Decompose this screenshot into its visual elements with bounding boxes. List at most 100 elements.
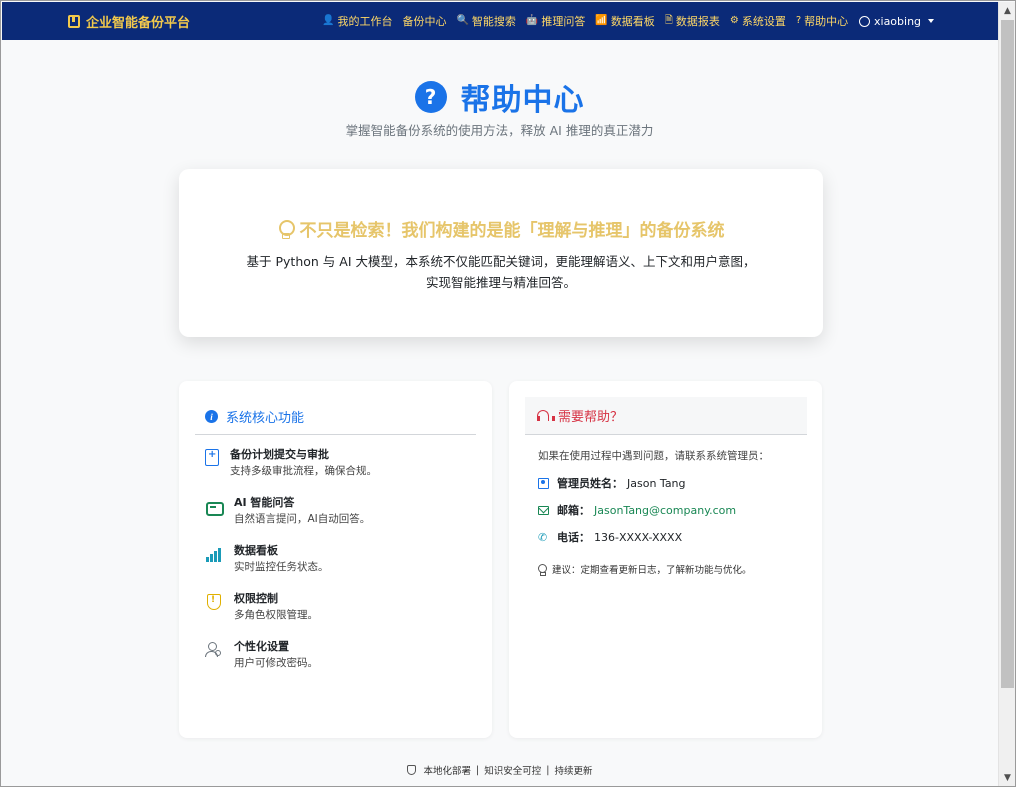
email-label: 邮箱： xyxy=(557,504,590,517)
contact-intro: 如果在使用过程中遇到问题，请联系系统管理员： xyxy=(538,450,769,462)
gear-icon: ⚙ xyxy=(729,15,739,26)
user-dropdown[interactable]: xiaobing xyxy=(859,2,935,40)
feature-item: 备份计划提交与审批 支持多级审批流程，确保合规。 xyxy=(205,447,475,495)
browser-window: 企业智能备份平台 👤 我的工作台 备份中心 🔍 智能搜索 🤖 推理问答 📶 数据… xyxy=(0,0,1016,787)
footer-item: 持续更新 xyxy=(554,766,593,777)
nav-label: 帮助中心 xyxy=(804,15,849,28)
footer-item: 本地化部署 xyxy=(423,766,472,777)
bar-chart-icon: 📶 xyxy=(595,15,608,26)
caret-down-icon xyxy=(928,19,935,23)
headset-icon xyxy=(537,409,555,422)
report-icon: 🗎 xyxy=(664,15,673,26)
page-title: 帮助中心 xyxy=(460,83,585,118)
feature-item: 数据看板 实时监控任务状态。 xyxy=(205,543,475,591)
vertical-scrollbar[interactable]: ▲ ▼ xyxy=(998,2,1015,786)
shield-icon xyxy=(205,593,223,611)
page-header: ? 帮助中心 xyxy=(1,75,998,119)
nav-item-dashboard[interactable]: 📶 数据看板 xyxy=(595,13,654,29)
feature-title: AI 智能问答 xyxy=(234,496,295,509)
top-navbar: 企业智能备份平台 👤 我的工作台 备份中心 🔍 智能搜索 🤖 推理问答 📶 数据… xyxy=(2,2,998,40)
envelope-icon xyxy=(538,505,549,515)
username: xiaobing xyxy=(874,14,922,28)
need-help-card: 需要帮助？ 如果在使用过程中遇到问题，请联系系统管理员： 管理员姓名： Jason… xyxy=(509,381,822,738)
hero-description: 基于 Python 与 AI 大模型，本系统不仅能匹配关键词，更能理解语义、上下… xyxy=(179,251,823,293)
feature-list: 备份计划提交与审批 支持多级审批流程，确保合规。 AI 智能问答 自然语言提问，… xyxy=(205,447,475,687)
user-circle-icon xyxy=(859,15,870,27)
shield-icon xyxy=(406,765,416,775)
nav-item-backup-center[interactable]: 备份中心 xyxy=(402,13,446,29)
hero-desc-line: 实现智能推理与精准回答。 xyxy=(425,275,576,290)
email-row: 邮箱： JasonTang@company.com xyxy=(538,503,808,517)
nav-label: 推理问答 xyxy=(541,15,586,28)
nav-label: 我的工作台 xyxy=(337,15,393,28)
nav-item-help[interactable]: ? 帮助中心 xyxy=(796,13,848,29)
question-circle-icon: ? xyxy=(414,81,447,113)
robot-icon xyxy=(205,497,224,516)
nav-item-reports[interactable]: 🗎 数据报表 xyxy=(665,13,720,29)
scrollbar-thumb[interactable] xyxy=(1001,20,1014,688)
admin-name: Jason Tang xyxy=(627,477,686,490)
feature-desc: 多角色权限管理。 xyxy=(234,609,318,621)
question-icon: ? xyxy=(795,15,802,26)
card-header: i 系统核心功能 xyxy=(195,399,476,435)
feature-desc: 支持多级审批流程，确保合规。 xyxy=(230,465,377,477)
hero-card: 不只是检索！我们构建的是能「理解与推理」的备份系统 基于 Python 与 AI… xyxy=(179,169,823,337)
page-footer: 本地化部署 | 知识安全可控 | 持续更新 xyxy=(1,763,998,777)
scroll-down-arrow-icon[interactable]: ▼ xyxy=(999,769,1015,786)
nav-item-settings[interactable]: ⚙ 系统设置 xyxy=(730,13,786,29)
phone-number: 136-XXXX-XXXX xyxy=(594,531,683,544)
email-link[interactable]: JasonTang@company.com xyxy=(594,504,736,517)
feature-title: 数据看板 xyxy=(234,544,278,557)
card-title: 需要帮助？ xyxy=(558,410,624,425)
brand-logo[interactable]: 企业智能备份平台 xyxy=(68,2,190,40)
feature-desc: 实时监控任务状态。 xyxy=(234,561,329,573)
brand-title: 企业智能备份平台 xyxy=(86,15,191,31)
nav-menu: 👤 我的工作台 备份中心 🔍 智能搜索 🤖 推理问答 📶 数据看板 🗎 数据报表 xyxy=(322,2,848,40)
nav-label: 数据看板 xyxy=(610,15,655,28)
user-gear-icon xyxy=(205,641,223,659)
footer-item: 知识安全可控 xyxy=(484,766,542,777)
nav-item-reasoning-qa[interactable]: 🤖 推理问答 xyxy=(526,13,585,29)
phone-icon: ✆ xyxy=(538,530,548,544)
hero-desc-line: 基于 Python 与 AI 大模型，本系统不仅能匹配关键词，更能理解语义、上下… xyxy=(246,254,756,269)
scroll-up-arrow-icon[interactable]: ▲ xyxy=(999,2,1015,19)
feature-title: 备份计划提交与审批 xyxy=(230,448,329,461)
core-features-card: i 系统核心功能 备份计划提交与审批 支持多级审批流程，确保合规。 AI 智能问… xyxy=(179,381,492,738)
tip-row: 建议：定期查看更新日志，了解新功能与优化。 xyxy=(538,562,808,576)
nav-item-workbench[interactable]: 👤 我的工作台 xyxy=(322,13,392,29)
contact-body: 如果在使用过程中遇到问题，请联系系统管理员： 管理员姓名： Jason Tang … xyxy=(538,449,808,576)
user-icon: 👤 xyxy=(322,15,335,26)
card-header: 需要帮助？ xyxy=(525,397,807,435)
page-subtitle: 掌握智能备份系统的使用方法，释放 AI 推理的真正潜力 xyxy=(345,123,654,138)
info-icon: i xyxy=(205,410,218,423)
lightbulb-icon xyxy=(278,219,295,239)
feature-title: 权限控制 xyxy=(234,592,278,605)
id-card-icon xyxy=(538,477,549,489)
footer-divider: | xyxy=(546,764,550,776)
feature-title: 个性化设置 xyxy=(234,640,289,653)
bookmark-icon xyxy=(68,14,80,28)
lightbulb-icon xyxy=(538,563,547,576)
hero-headline-text: 不只是检索！我们构建的是能「理解与推理」的备份系统 xyxy=(299,221,725,241)
tip-text: 建议：定期查看更新日志，了解新功能与优化。 xyxy=(552,565,752,576)
nav-label: 智能搜索 xyxy=(471,15,516,28)
card-title: 系统核心功能 xyxy=(226,411,305,426)
hero-headline: 不只是检索！我们构建的是能「理解与推理」的备份系统 xyxy=(179,216,823,241)
feature-item: AI 智能问答 自然语言提问，AI自动回答。 xyxy=(205,495,475,543)
feature-item: 个性化设置 用户可修改密码。 xyxy=(205,639,475,687)
nav-label: 数据报表 xyxy=(675,15,720,28)
feature-item: 权限控制 多角色权限管理。 xyxy=(205,591,475,639)
search-icon: 🔍 xyxy=(456,15,469,26)
clipboard-plus-icon xyxy=(205,449,219,466)
nav-label: 系统设置 xyxy=(741,15,786,28)
admin-name-row: 管理员姓名： Jason Tang xyxy=(538,476,808,490)
nav-item-smart-search[interactable]: 🔍 智能搜索 xyxy=(456,13,515,29)
bar-chart-icon xyxy=(205,545,223,563)
nav-label: 备份中心 xyxy=(402,15,447,28)
feature-desc: 用户可修改密码。 xyxy=(234,657,318,669)
admin-label: 管理员姓名： xyxy=(557,477,623,490)
feature-desc: 自然语言提问，AI自动回答。 xyxy=(234,513,371,525)
phone-label: 电话： xyxy=(557,531,590,544)
phone-row: ✆ 电话： 136-XXXX-XXXX xyxy=(538,530,808,544)
footer-divider: | xyxy=(476,764,480,776)
